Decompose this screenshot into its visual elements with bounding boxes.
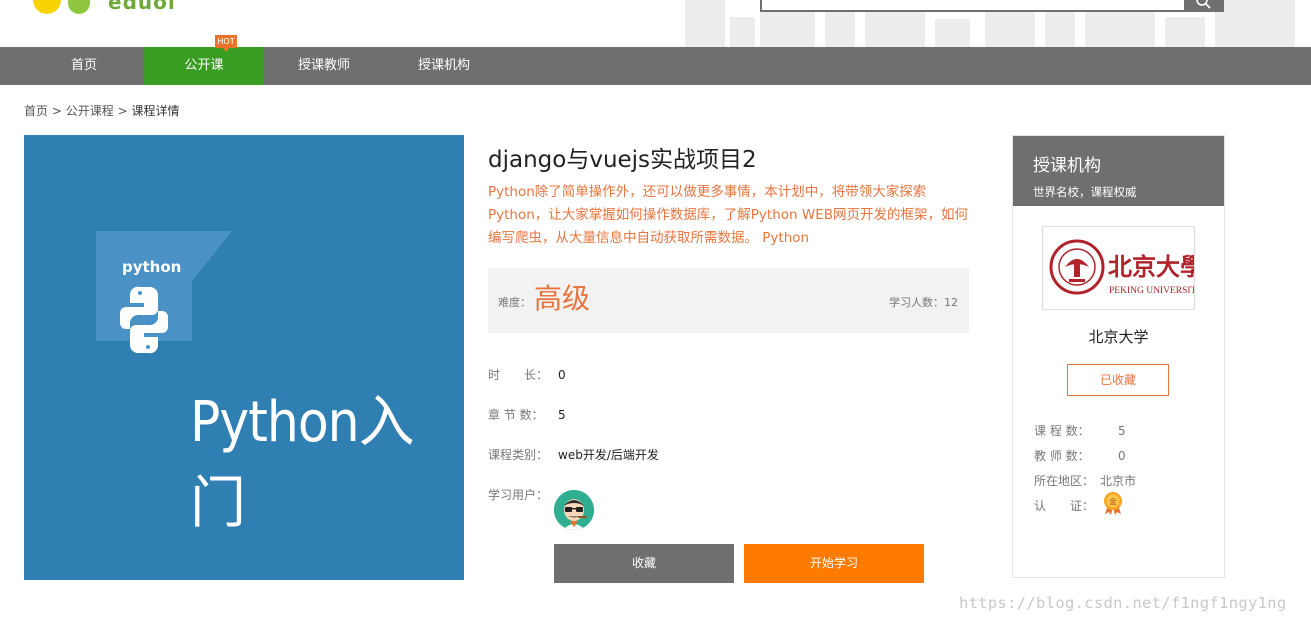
- breadcrumb-current: 课程详情: [131, 104, 180, 118]
- region-value: 北京市: [1100, 474, 1137, 488]
- nav-item-home[interactable]: 首页: [24, 47, 144, 85]
- course-count-row: 课 程 数： 5: [1034, 422, 1126, 439]
- top-header: eduol: [0, 0, 1311, 47]
- breadcrumb-separator: >: [51, 104, 62, 118]
- logo-cn-text: 北京大學: [1108, 252, 1194, 281]
- users-row: 学习用户：: [488, 486, 558, 503]
- chapters-label: 章 节 数：: [488, 408, 544, 422]
- main-nav: 首页 公开课 授课教师 授课机构: [0, 47, 1311, 85]
- duration-label: 时 长：: [488, 368, 549, 382]
- hot-badge: HOT: [215, 35, 237, 52]
- teacher-count-label: 教 师 数：: [1034, 449, 1090, 463]
- logo-en-text: PEKING UNIVERSITY: [1109, 286, 1194, 296]
- users-label: 学习用户：: [488, 488, 549, 502]
- start-learning-button[interactable]: 开始学习: [744, 544, 924, 583]
- logo-green-dot: [68, 0, 90, 14]
- nav-item-institutions[interactable]: 授课机构: [384, 47, 504, 85]
- institution-panel: 授课机构 世界名校，课程权威 北京大學 PEKING UNIVERSITY 北京…: [1012, 135, 1225, 578]
- course-description: Python除了简单操作外，还可以做更多事情，本计划中，将带领大家探索Pytho…: [488, 184, 969, 246]
- category-label: 课程类别：: [488, 448, 549, 462]
- difficulty-value: 高级: [534, 282, 591, 315]
- logo-text: eduol: [108, 0, 176, 14]
- certification-row: 认 证： 金: [1034, 492, 1122, 515]
- chapters-row: 章 节 数： 5: [488, 406, 566, 423]
- search-button[interactable]: [1184, 0, 1224, 12]
- learner-avatar[interactable]: [554, 490, 594, 530]
- python-logo-icon: [120, 286, 168, 354]
- institution-panel-subtitle: 世界名校，课程权威: [1033, 185, 1137, 199]
- duration-value: 0: [558, 368, 566, 382]
- nav-item-teachers[interactable]: 授课教师: [264, 47, 384, 85]
- breadcrumb-home[interactable]: 首页: [24, 104, 48, 118]
- duration-row: 时 长： 0: [488, 366, 566, 383]
- region-label: 所在地区：: [1034, 474, 1095, 488]
- learners-value: 12: [944, 296, 958, 309]
- favorite-button[interactable]: 收藏: [554, 544, 734, 583]
- teacher-count-value: 0: [1118, 449, 1126, 463]
- course-cover-image: python Python入门: [24, 135, 464, 580]
- breadcrumb-open-courses[interactable]: 公开课程: [66, 104, 114, 118]
- watermark: https://blog.csdn.net/f1ngf1ngy1ng: [959, 594, 1287, 612]
- course-title: django与vuejs实战项目2: [488, 147, 757, 173]
- learners-count: 学习人数：12: [889, 294, 958, 310]
- teacher-count-row: 教 师 数： 0: [1034, 447, 1126, 464]
- chapters-value: 5: [558, 408, 566, 422]
- collected-button[interactable]: 已收藏: [1067, 364, 1169, 396]
- nav-item-open-courses[interactable]: 公开课: [144, 47, 264, 85]
- institution-name: 北京大学: [1088, 328, 1149, 346]
- logo-yellow-dot: [33, 0, 61, 14]
- search-input[interactable]: [760, 0, 1188, 12]
- svg-text:金: 金: [1109, 497, 1117, 507]
- cover-title: Python入门: [190, 390, 415, 536]
- learners-label: 学习人数：: [889, 296, 944, 309]
- institution-logo[interactable]: 北京大學 PEKING UNIVERSITY: [1042, 226, 1204, 310]
- course-count-value: 5: [1118, 424, 1126, 438]
- breadcrumb: 首页 > 公开课程 > 课程详情: [24, 102, 179, 119]
- difficulty-box: 难度： 高级 学习人数：12: [488, 268, 969, 333]
- course-count-label: 课 程 数：: [1034, 424, 1090, 438]
- institution-panel-title: 授课机构: [1033, 156, 1101, 176]
- breadcrumb-separator: >: [117, 104, 128, 118]
- user-avatar-icon: [554, 490, 594, 530]
- gold-medal-icon: 金: [1104, 492, 1122, 515]
- category-value: web开发/后端开发: [558, 448, 659, 462]
- institution-header: 授课机构 世界名校，课程权威: [1013, 136, 1224, 206]
- search-icon: [1196, 0, 1211, 9]
- category-row: 课程类别： web开发/后端开发: [488, 446, 659, 463]
- certification-label: 认 证：: [1034, 499, 1095, 513]
- cover-python-label: python: [122, 258, 182, 276]
- peking-university-logo: 北京大學 PEKING UNIVERSITY: [1049, 239, 1204, 296]
- region-row: 所在地区： 北京市: [1034, 472, 1136, 489]
- difficulty-label: 难度：: [498, 296, 531, 309]
- cover-panel-fold: [192, 231, 232, 281]
